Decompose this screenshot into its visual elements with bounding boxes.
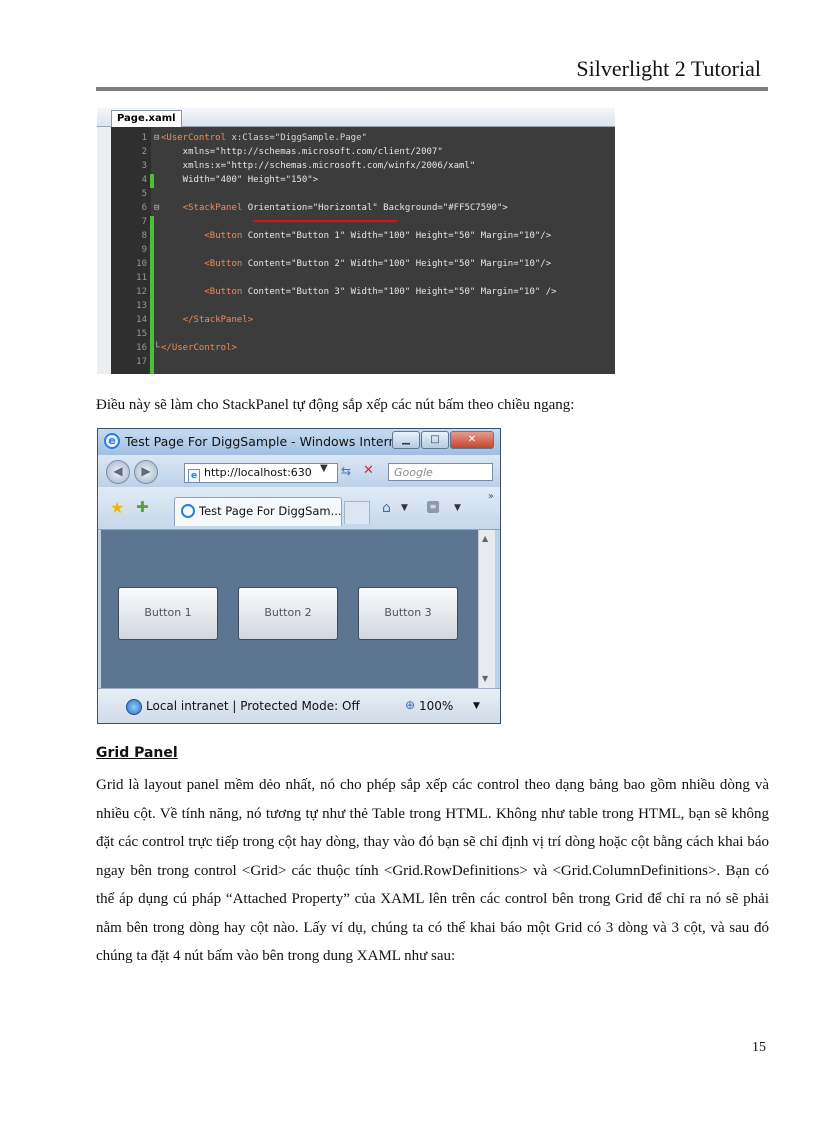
header-title: Silverlight 2 Tutorial: [576, 56, 761, 81]
line-number: 13: [136, 301, 147, 311]
line-number: 9: [141, 245, 147, 255]
forward-button[interactable]: ▶: [134, 460, 158, 484]
line-number: 15: [136, 329, 147, 339]
code-line: <Button Content="Button 1" Width="100" H…: [204, 231, 552, 241]
browser-tab[interactable]: Test Page For DiggSam...: [174, 497, 342, 526]
refresh-icon[interactable]: ⇆: [341, 464, 351, 478]
feed-dropdown-icon[interactable]: ▼: [454, 503, 461, 513]
line-number: 2: [141, 147, 147, 157]
silverlight-button-2[interactable]: Button 2: [238, 587, 338, 640]
line-number: 12: [136, 287, 147, 297]
orientation-highlight-underline: [253, 220, 397, 222]
zoom-dropdown-icon[interactable]: ▼: [473, 701, 480, 711]
scroll-up-icon[interactable]: ▲: [482, 534, 488, 543]
editor-margin: [97, 127, 111, 374]
fold-toggle-icon[interactable]: ⊟: [154, 203, 159, 213]
address-text: http://localhost:630: [204, 466, 312, 479]
code-line: Width="400" Height="150">: [161, 175, 319, 185]
home-dropdown-icon[interactable]: ▼: [401, 503, 408, 513]
feed-icon[interactable]: ≡: [427, 501, 439, 513]
silverlight-button-1[interactable]: Button 1: [118, 587, 218, 640]
close-button[interactable]: ✕: [450, 431, 494, 449]
browser-tabbar: ★ ✚ Test Page For DiggSam... ⌂ ▼ ≡ ▼ »: [98, 487, 500, 530]
new-tab-button[interactable]: [344, 501, 370, 524]
section-heading: Grid Panel: [96, 745, 178, 761]
code-line: <UserControl x:Class="DiggSample.Page": [161, 133, 367, 143]
tab-page-icon: [181, 504, 195, 518]
line-number: 11: [136, 273, 147, 283]
zoom-icon[interactable]: ⊕: [405, 698, 415, 712]
line-number: 7: [141, 217, 147, 227]
add-favorites-icon[interactable]: ✚: [136, 498, 149, 516]
code-editor-screenshot: Page.xaml 1 <UserControl x:Class="DiggSam…: [97, 108, 615, 374]
browser-screenshot: e Test Page For DiggSample - Windows Int…: [97, 428, 501, 724]
line-number: 4: [141, 175, 147, 185]
code-line: <Button Content="Button 2" Width="100" H…: [204, 259, 552, 269]
code-line: </UserControl>: [161, 343, 237, 353]
silverlight-content: Button 1 Button 2 Button 3: [101, 530, 478, 688]
line-number: 3: [141, 161, 147, 171]
line-number: 16: [136, 343, 147, 353]
stop-icon[interactable]: ✕: [363, 463, 374, 478]
code-line: <StackPanel Orientation="Horizontal" Bac…: [182, 203, 508, 213]
header-rule: [96, 87, 768, 91]
fold-toggle-icon[interactable]: ⊟: [154, 133, 159, 143]
ie-icon: e: [104, 433, 120, 449]
code-line: </StackPanel>: [182, 315, 254, 325]
minimize-button[interactable]: ▁: [392, 431, 420, 449]
browser-titlebar: e Test Page For DiggSample - Windows Int…: [98, 429, 500, 455]
toolbar-overflow-icon[interactable]: »: [488, 491, 494, 502]
maximize-button[interactable]: □: [421, 431, 449, 449]
editor-tab-bar: Page.xaml: [97, 108, 615, 127]
section-body: Grid là layout panel mềm dẻo nhất, nó ch…: [96, 777, 769, 964]
line-number: 8: [141, 231, 147, 241]
page-icon: e: [188, 469, 200, 482]
caption-text: Điều này sẽ làm cho StackPanel tự động s…: [96, 397, 575, 413]
vertical-scrollbar[interactable]: ▲ ▼: [478, 530, 495, 688]
fold-toggle-icon[interactable]: └: [154, 343, 159, 353]
line-number: 6: [141, 203, 147, 213]
page-number: 15: [752, 1040, 766, 1055]
code-line: xmlns:x="http://schemas.microsoft.com/wi…: [161, 161, 476, 171]
editor-tab-page-xaml: Page.xaml: [111, 110, 182, 127]
change-bar: [150, 216, 154, 374]
line-number: 10: [136, 259, 147, 269]
silverlight-button-3[interactable]: Button 3: [358, 587, 458, 640]
line-number: 17: [136, 357, 147, 367]
scroll-down-icon[interactable]: ▼: [482, 674, 488, 683]
address-dropdown-icon[interactable]: ▼: [320, 463, 328, 474]
code-line: <Button Content="Button 3" Width="100" H…: [204, 287, 557, 297]
intranet-globe-icon: [126, 699, 142, 715]
window-buttons: ▁ □ ✕: [391, 431, 494, 449]
line-number: 1: [141, 133, 147, 143]
address-bar[interactable]: e http://localhost:630: [184, 463, 338, 483]
code-line: xmlns="http://schemas.microsoft.com/clie…: [161, 147, 443, 157]
zoom-level[interactable]: 100%: [419, 699, 453, 713]
home-icon[interactable]: ⌂: [382, 500, 391, 516]
browser-statusbar: Local intranet | Protected Mode: Off ⊕ 1…: [98, 688, 500, 723]
line-number: 14: [136, 315, 147, 325]
change-bar: [150, 174, 154, 188]
browser-navbar: ◀ ▶ e http://localhost:630 ▼ ⇆ ✕ Google: [98, 455, 500, 487]
tab-label: Test Page For DiggSam...: [199, 504, 342, 518]
search-input[interactable]: Google: [388, 463, 493, 481]
favorites-star-icon[interactable]: ★: [110, 498, 124, 517]
line-number: 5: [141, 189, 147, 199]
back-button[interactable]: ◀: [106, 460, 130, 484]
status-text: Local intranet | Protected Mode: Off: [146, 699, 360, 713]
